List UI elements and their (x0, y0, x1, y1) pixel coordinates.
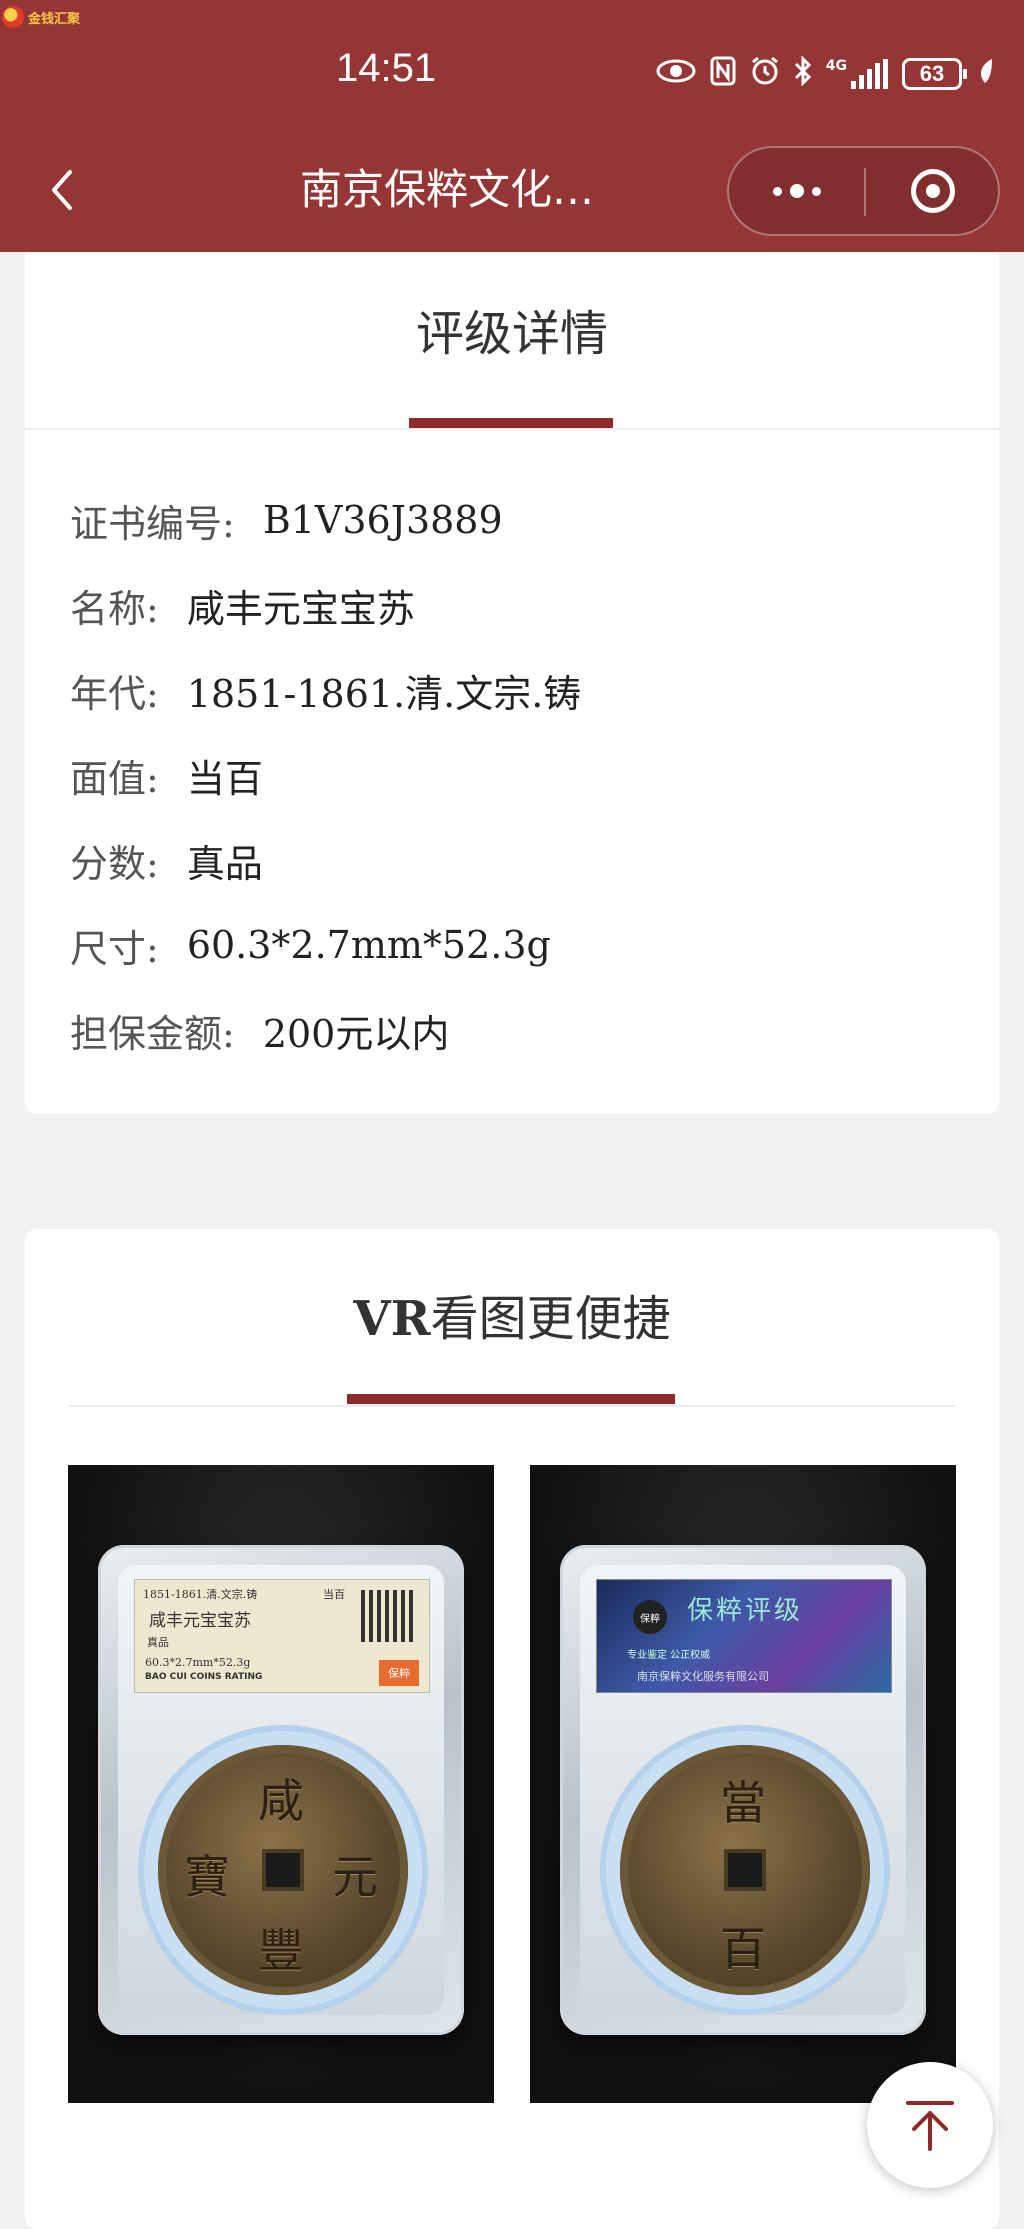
app-logo: 金钱汇聚 (2, 4, 102, 30)
coin-ring-holder: 咸 豐 寶 元 (138, 1725, 428, 2015)
status-icons: 4G 63 (656, 50, 994, 98)
page-title: 南京保粹文化… (300, 165, 595, 214)
battery-level: 63 (919, 61, 945, 86)
detail-label: 担保金额: (70, 1011, 235, 1056)
qr-code-icon (361, 1590, 413, 1642)
leaf-icon (976, 57, 994, 91)
label-size: 60.3*2.7mm*52.3g (145, 1656, 251, 1669)
detail-row-size: 尺寸: 60.3*2.7mm*52.3g (70, 915, 551, 975)
signal-icon (851, 59, 888, 89)
label-denomination: 当百 (323, 1588, 345, 1601)
detail-value: 当百 (186, 756, 263, 801)
detail-label: 分数: (70, 841, 159, 886)
coin-char-left: 寶 (184, 1850, 230, 1904)
grading-label: 1851-1861.清.文宗.铸 当百 咸丰元宝宝苏 真品 60.3*2.7mm… (134, 1579, 430, 1693)
more-dots-icon (772, 184, 821, 198)
nfc-icon (710, 56, 736, 92)
detail-value: 60.3*2.7mm*52.3g (186, 923, 551, 967)
coin-char-bottom: 百 (720, 1922, 766, 1976)
coin-slab: 保粹 保粹评级 专业鉴定 公正权威 南京保粹文化服务有限公司 當 百 (560, 1545, 926, 2035)
label-back-title: 保粹评级 (687, 1596, 804, 1626)
vr-title-bold: VR (353, 1291, 431, 1347)
coin-back-photo[interactable]: 保粹 保粹评级 专业鉴定 公正权威 南京保粹文化服务有限公司 當 百 (530, 1465, 956, 2103)
title-underline (409, 418, 613, 428)
detail-label: 名称: (70, 586, 159, 631)
network-label: 4G (825, 58, 847, 74)
brand-logo: 保粹 (633, 1600, 667, 1634)
coin-char-top: 咸 (258, 1774, 304, 1828)
detail-row-denomination: 面值: 当百 (70, 745, 263, 805)
label-back-line2: 南京保粹文化服务有限公司 (637, 1670, 769, 1683)
title-underline (347, 1394, 675, 1404)
coin-char-top: 當 (720, 1776, 766, 1830)
label-stamp: 保粹 (379, 1660, 419, 1686)
detail-value: 真品 (186, 841, 263, 886)
title-divider (68, 1405, 956, 1407)
coin-square-hole (724, 1849, 766, 1891)
eye-icon (656, 58, 696, 90)
grading-label-back: 保粹 保粹评级 专业鉴定 公正权威 南京保粹文化服务有限公司 (596, 1579, 892, 1693)
back-button[interactable] (40, 160, 84, 220)
coin-reverse: 當 百 (620, 1745, 870, 1995)
label-era: 1851-1861.清.文宗.铸 (143, 1588, 258, 1601)
mini-program-capsule (727, 146, 1000, 236)
target-icon (911, 169, 955, 213)
app-logo-text: 金钱汇聚 (28, 11, 81, 27)
detail-row-cert: 证书编号: B1V36J3889 (70, 490, 503, 550)
detail-value: 200元以内 (262, 1011, 450, 1056)
more-button[interactable] (729, 148, 864, 234)
battery-icon: 63 (902, 58, 967, 90)
detail-label: 年代: (70, 671, 159, 716)
grading-section-title: 评级详情 (415, 306, 608, 362)
coin-square-hole (262, 1849, 304, 1891)
detail-value: 咸丰元宝宝苏 (186, 586, 415, 631)
detail-row-score: 分数: 真品 (70, 830, 263, 890)
coin-char-bottom: 豐 (258, 1924, 304, 1978)
alarm-icon (750, 56, 780, 92)
vr-images-card: VR看图更便捷 1851-1861.清.文宗.铸 当百 咸丰元宝宝苏 真品 60… (25, 1229, 999, 2229)
coin-obverse: 咸 豐 寶 元 (158, 1745, 408, 1995)
coin-char-right: 元 (332, 1850, 378, 1904)
coin-front-photo[interactable]: 1851-1861.清.文宗.铸 当百 咸丰元宝宝苏 真品 60.3*2.7mm… (68, 1465, 494, 2103)
grading-details-card: 评级详情 证书编号: B1V36J3889 名称: 咸丰元宝宝苏 年代: 185… (25, 252, 999, 1114)
title-divider (25, 428, 999, 430)
detail-label: 面值: (70, 756, 159, 801)
detail-label: 尺寸: (70, 926, 159, 971)
app-header: 金钱汇聚 14:51 4G 63 南京保粹文化… (0, 0, 1024, 252)
detail-row-guarantee: 担保金额: 200元以内 (70, 1000, 449, 1060)
detail-value: 1851-1861.清.文宗.铸 (186, 671, 582, 716)
detail-value: B1V36J3889 (262, 498, 503, 542)
label-grade: 真品 (147, 1636, 169, 1649)
arrow-up-to-top-icon (906, 2101, 954, 2151)
app-logo-icon (2, 6, 24, 28)
vr-section-title: VR看图更便捷 (25, 1279, 999, 1349)
coin-slab: 1851-1861.清.文宗.铸 当百 咸丰元宝宝苏 真品 60.3*2.7mm… (98, 1545, 464, 2035)
bluetooth-icon (794, 55, 812, 92)
vr-title-rest: 看图更便捷 (430, 1291, 671, 1347)
coin-ring-holder: 當 百 (600, 1725, 890, 2015)
detail-label: 证书编号: (70, 501, 235, 546)
detail-row-name: 名称: 咸丰元宝宝苏 (70, 575, 415, 635)
close-mini-program-button[interactable] (866, 148, 1000, 234)
back-to-top-button[interactable] (867, 2062, 993, 2188)
label-back-line1: 专业鉴定 公正权威 (627, 1650, 711, 1661)
chevron-left-icon (52, 170, 72, 210)
label-name: 咸丰元宝宝苏 (149, 1611, 251, 1631)
detail-row-era: 年代: 1851-1861.清.文宗.铸 (70, 660, 581, 720)
label-brand: BAO CUI COINS RATING (145, 1672, 263, 1682)
status-time: 14:51 (336, 46, 437, 90)
